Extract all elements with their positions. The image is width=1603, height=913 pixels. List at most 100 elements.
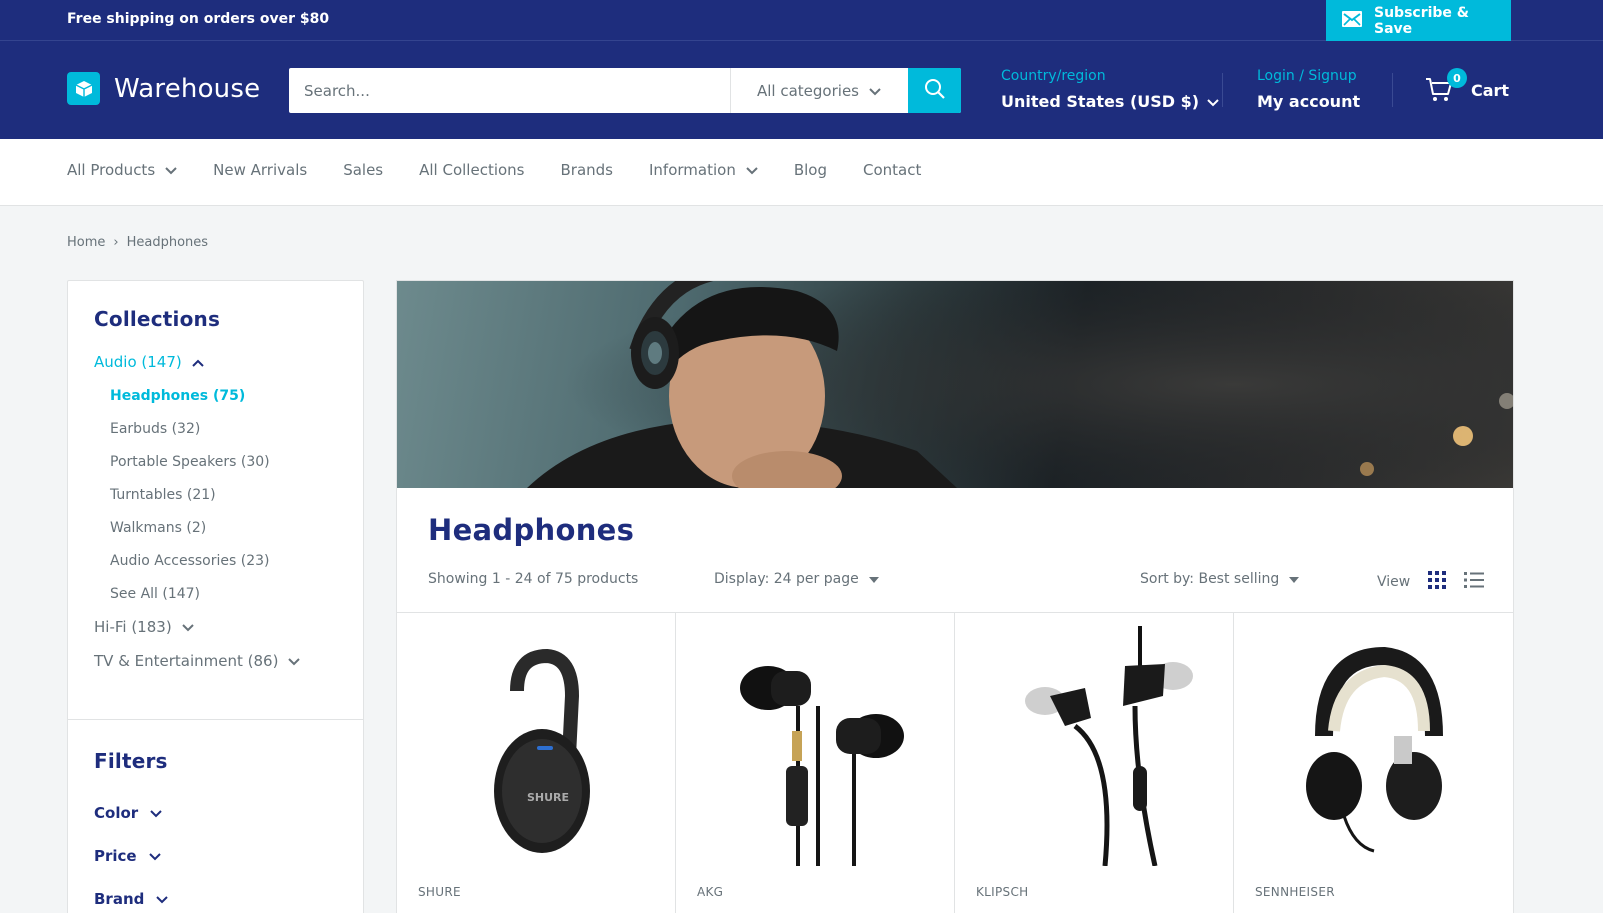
product-brand: SENNHEISER — [1255, 885, 1335, 899]
collection-sub-item[interactable]: Turntables (21) — [94, 478, 337, 511]
nav-item-label: New Arrivals — [213, 161, 308, 179]
chevron-down-icon — [165, 161, 177, 179]
breadcrumb-separator: › — [113, 235, 119, 250]
svg-text:SHURE: SHURE — [527, 791, 569, 804]
breadcrumb-home[interactable]: Home — [67, 235, 105, 250]
collection-audio[interactable]: Audio (147) — [94, 345, 337, 379]
chevron-down-icon — [869, 82, 881, 100]
nav-item-label: All Products — [67, 161, 156, 179]
nav-item[interactable]: New Arrivals — [213, 161, 307, 179]
filter-label: Price — [94, 846, 137, 865]
collections-title: Collections — [94, 307, 221, 331]
logo[interactable]: Warehouse — [67, 72, 260, 105]
page-title: Headphones — [428, 513, 635, 547]
filter-label: Color — [94, 803, 139, 822]
chevron-down-icon — [1289, 571, 1300, 587]
country-selector[interactable]: Country/region United States (USD $) — [1001, 68, 1219, 111]
nav-item[interactable]: All Collections — [419, 161, 524, 179]
product-brand: SHURE — [418, 885, 461, 899]
collection-audio-label: Audio (147) — [94, 353, 182, 371]
collection-banner-image — [397, 281, 1513, 488]
collection-sub-item[interactable]: Audio Accessories (23) — [94, 544, 337, 577]
search-icon — [924, 78, 946, 104]
nav-item[interactable]: Contact — [863, 161, 921, 179]
category-select[interactable]: All categories — [730, 68, 908, 113]
subscribe-label: Subscribe & Save — [1374, 4, 1470, 37]
mail-icon — [1342, 10, 1362, 31]
logo-text: Warehouse — [114, 73, 261, 104]
nav-item[interactable]: Sales — [343, 161, 383, 179]
chevron-down-icon — [156, 890, 169, 908]
list-view-icon[interactable] — [1464, 571, 1485, 593]
grid-view-icon[interactable] — [1428, 571, 1447, 593]
nav-item[interactable]: All Products — [67, 161, 177, 179]
sidebar: Collections Audio (147) Headphones (75) E… — [67, 280, 364, 913]
sort-label: Sort by: Best selling — [1140, 571, 1280, 587]
filters-title: Filters — [94, 749, 168, 773]
product-image[interactable] — [1254, 623, 1493, 868]
cart-label: Cart — [1471, 80, 1510, 100]
breadcrumb-current: Headphones — [126, 235, 209, 250]
nav-item-label: Information — [649, 161, 736, 179]
chevron-down-icon — [181, 618, 194, 636]
nav-item[interactable]: Blog — [794, 161, 827, 179]
view-label: View — [1377, 574, 1411, 590]
nav-item[interactable]: Brands — [561, 161, 614, 179]
chevron-down-icon — [746, 161, 758, 179]
chevron-down-icon — [148, 847, 161, 865]
filter-label: Brand — [94, 889, 145, 908]
view-switcher: View — [1377, 571, 1485, 593]
search-button[interactable] — [908, 68, 961, 113]
announcement-bar: Free shipping on orders over $80 Subscri… — [0, 0, 1603, 41]
chevron-down-icon — [1207, 92, 1219, 111]
filter-toggle[interactable]: Color — [94, 791, 168, 834]
nav-item[interactable]: Information — [649, 161, 758, 179]
product-image[interactable] — [696, 623, 935, 868]
collection-hifi-label: Hi-Fi (183) — [94, 618, 172, 636]
nav-item-label: Contact — [863, 161, 922, 179]
collection-tv-label: TV & Entertainment (86) — [94, 652, 279, 670]
chevron-up-icon — [192, 353, 204, 371]
collection-toolbar: Showing 1 - 24 of 75 products Display: 2… — [397, 571, 1513, 603]
main-nav: All Products New Arrivals Sales All Collect… — [0, 139, 1603, 206]
cart-count-badge: 0 — [1447, 68, 1467, 88]
product-image[interactable]: SHURE — [417, 623, 656, 868]
country-value: United States (USD $) — [1001, 92, 1200, 111]
my-account-label: My account — [1257, 92, 1361, 111]
product-card[interactable]: KLIPSCH — [955, 613, 1234, 913]
header-divider — [1222, 73, 1223, 107]
product-card[interactable]: SHURE SHURE — [397, 613, 676, 913]
cart-button[interactable]: 0 Cart — [1425, 68, 1510, 104]
subscribe-button[interactable]: Subscribe & Save — [1326, 0, 1511, 41]
collection-tv[interactable]: TV & Entertainment (86) — [94, 644, 337, 678]
display-per-page-select[interactable]: Display: 24 per page — [714, 571, 879, 587]
collection-sub-item[interactable]: See All (147) — [94, 577, 337, 610]
collection-sub-item[interactable]: Portable Speakers (30) — [94, 445, 337, 478]
login-signup-link[interactable]: Login / Signup — [1257, 68, 1360, 84]
filter-toggle[interactable]: Brand — [94, 877, 169, 913]
header-divider — [1392, 73, 1393, 107]
sort-select[interactable]: Sort by: Best selling — [1140, 571, 1300, 587]
product-image[interactable] — [975, 623, 1214, 868]
product-card[interactable]: SENNHEISER — [1234, 613, 1513, 913]
collection-sub-item[interactable]: Earbuds (32) — [94, 412, 337, 445]
nav-item-label: Sales — [343, 161, 384, 179]
product-brand: KLIPSCH — [976, 885, 1029, 899]
logo-box-icon — [67, 72, 100, 105]
cart-icon: 0 — [1425, 68, 1467, 104]
chevron-down-icon — [150, 804, 162, 822]
collection-sub-item[interactable]: Walkmans (2) — [94, 511, 337, 544]
product-count-text: Showing 1 - 24 of 75 products — [428, 571, 639, 587]
chevron-down-icon — [868, 571, 879, 587]
country-label: Country/region — [1001, 68, 1106, 84]
nav-item-label: All Collections — [419, 161, 525, 179]
product-card[interactable]: AKG — [676, 613, 955, 913]
announcement-text: Free shipping on orders over $80 — [67, 11, 330, 27]
nav-item-label: Blog — [793, 161, 828, 179]
nav-item-label: Brands — [560, 161, 614, 179]
collection-sub-item[interactable]: Headphones (75) — [94, 379, 337, 412]
filter-toggle[interactable]: Price — [94, 834, 168, 877]
search-input[interactable] — [289, 68, 730, 113]
collection-hifi[interactable]: Hi-Fi (183) — [94, 610, 337, 644]
account-link[interactable]: Login / Signup My account — [1257, 68, 1360, 111]
